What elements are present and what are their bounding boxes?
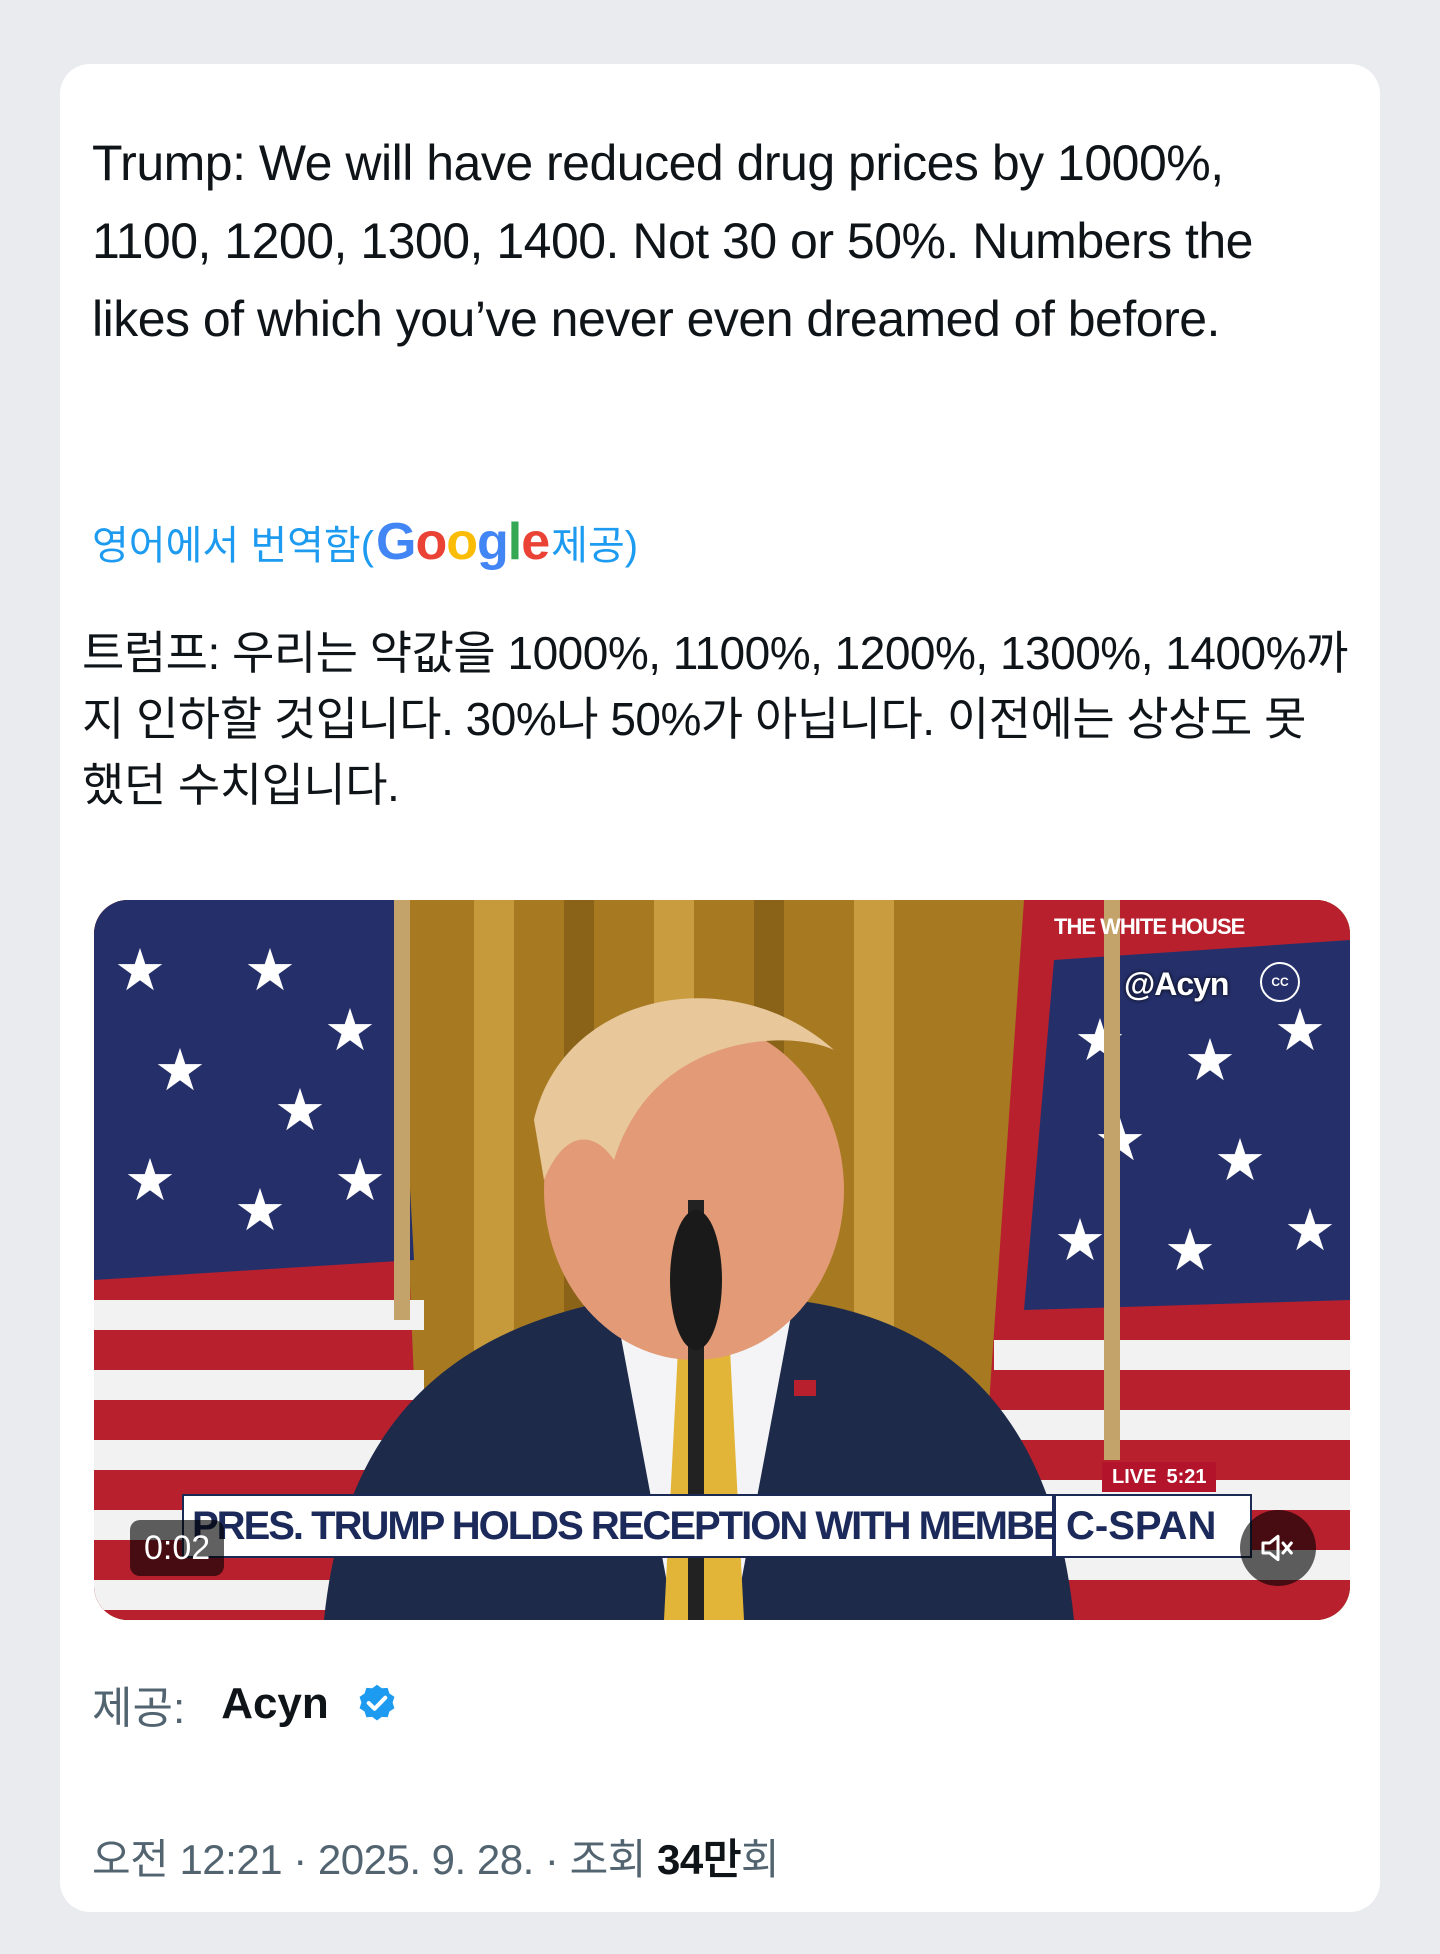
live-time: 5:21 — [1166, 1465, 1207, 1488]
news-lower-third: PRES. TRUMP HOLDS RECEPTION WITH MEMBERS… — [182, 1494, 1252, 1558]
svg-text:★: ★ — [334, 1146, 386, 1214]
handle-overlay: @Acyn — [1124, 966, 1229, 1002]
svg-text:★: ★ — [244, 936, 296, 1004]
channel-logo: C-SPAN — [1052, 1494, 1252, 1558]
tweet-text-original: Trump: We will have reduced drug prices … — [92, 135, 1254, 347]
separator: · — [282, 1836, 318, 1883]
svg-text:★: ★ — [274, 1076, 326, 1144]
mute-button[interactable] — [1240, 1510, 1316, 1586]
video-source: 제공: Acyn — [92, 1672, 399, 1736]
svg-text:★: ★ — [1214, 1126, 1266, 1194]
live-label: LIVE — [1112, 1465, 1157, 1488]
translation-attribution[interactable]: 영어에서 번역함( Google 제공) — [92, 512, 638, 572]
network-overlay: THE WHITE HOUSE — [1054, 914, 1245, 939]
speaker-muted-icon — [1261, 1534, 1293, 1562]
svg-text:★: ★ — [1164, 1216, 1216, 1284]
video-timestamp: 0:02 — [130, 1520, 225, 1576]
svg-text:★: ★ — [1184, 1026, 1236, 1094]
tweet-text-translated: 트럼프: 우리는 약값을 1000%, 1100%, 1200%, 1300%,… — [82, 627, 1348, 811]
google-logo: Google — [376, 513, 550, 571]
svg-text:★: ★ — [154, 1036, 206, 1104]
translation-suffix: 제공) — [551, 524, 639, 568]
svg-text:★: ★ — [1274, 996, 1326, 1064]
post-time[interactable]: 오전 12:21 — [92, 1836, 283, 1883]
svg-text:★: ★ — [1054, 1206, 1106, 1274]
svg-text:★: ★ — [234, 1176, 286, 1244]
translation-prefix: 영어에서 번역함( — [92, 524, 375, 568]
video-player[interactable]: ★★★ ★★★ ★★ ★★★ ★★★ ★★ — [94, 900, 1350, 1620]
news-headline: PRES. TRUMP HOLDS RECEPTION WITH MEMBERS… — [192, 1503, 1052, 1548]
verified-badge-icon — [359, 1684, 395, 1721]
tweet-card: Trump: We will have reduced drug prices … — [60, 64, 1380, 1912]
svg-text:★: ★ — [124, 1146, 176, 1214]
svg-text:★: ★ — [1284, 1196, 1336, 1264]
svg-text:★: ★ — [114, 936, 166, 1004]
post-date[interactable]: 2025. 9. 28. — [318, 1836, 534, 1883]
tweet-metadata: 오전 12:21 · 2025. 9. 28. · 조회 34만회 — [92, 1826, 780, 1887]
views-suffix: 회 — [740, 1836, 780, 1883]
source-label: 제공: — [92, 1684, 186, 1733]
closed-captions-icon[interactable]: CC — [1260, 962, 1300, 1002]
live-badge: LIVE 5:21 — [1102, 1462, 1217, 1492]
views-count: 34만 — [657, 1836, 741, 1883]
svg-text:★: ★ — [324, 996, 376, 1064]
views-label: 조회 — [569, 1836, 658, 1883]
source-account-name[interactable]: Acyn — [221, 1679, 329, 1729]
separator: · — [533, 1836, 570, 1883]
